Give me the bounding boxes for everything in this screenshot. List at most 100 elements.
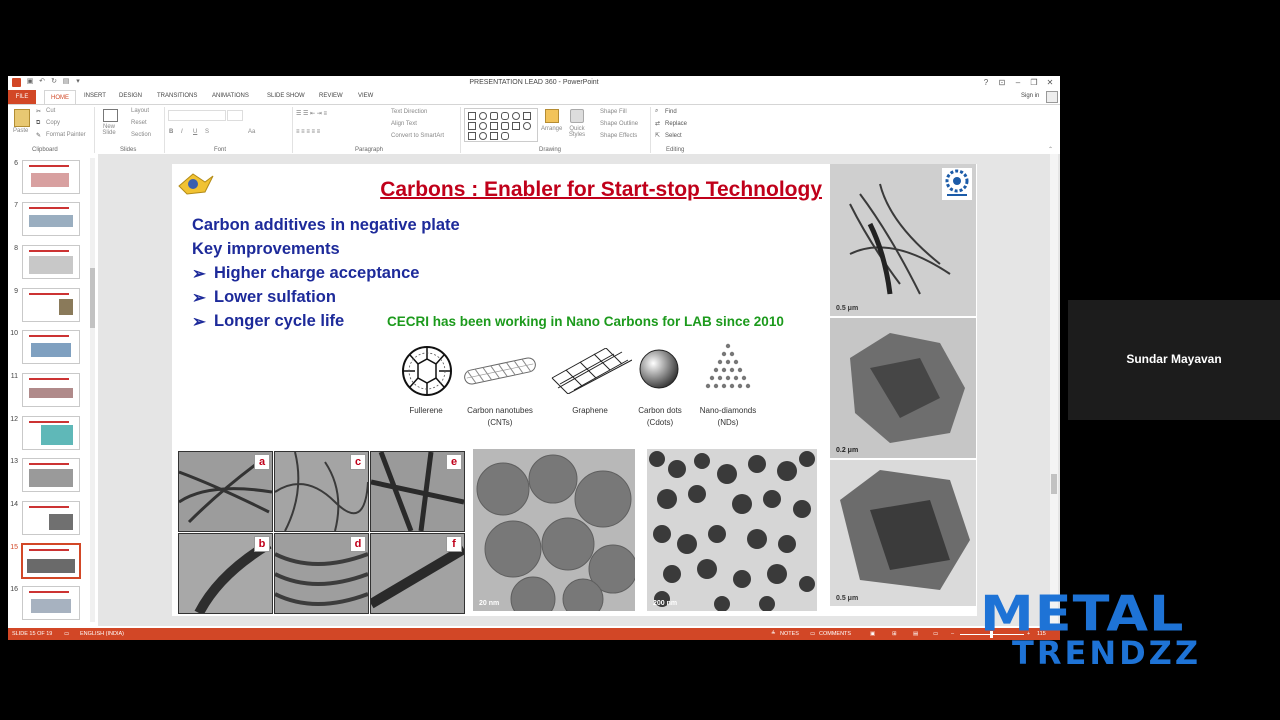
font-name-box[interactable] — [168, 110, 226, 121]
zoom-out-icon[interactable]: – — [951, 631, 954, 637]
tab-insert[interactable]: INSERT — [84, 93, 106, 99]
help-icon[interactable]: ? — [980, 78, 992, 87]
tab-review[interactable]: REVIEW — [319, 93, 343, 99]
align-text-button[interactable]: Align Text — [391, 121, 417, 127]
arrange-icon[interactable] — [545, 109, 559, 123]
format-painter-button[interactable]: Format Painter — [46, 132, 86, 138]
canvas-scroll-thumb[interactable] — [1051, 474, 1057, 494]
shape-fill-button[interactable]: Shape Fill — [600, 109, 627, 115]
arrange-button[interactable]: Arrange — [541, 126, 562, 132]
select-icon: ⇱ — [655, 133, 661, 139]
micrograph-letter: b — [254, 536, 270, 552]
find-icon: ⌕ — [655, 108, 659, 114]
reset-button[interactable]: Reset — [131, 120, 147, 126]
slide-thumbnail[interactable] — [22, 416, 80, 450]
new-slide-button[interactable]: New Slide — [98, 124, 120, 136]
slide[interactable]: Carbons : Enabler for Start-stop Technol… — [172, 164, 977, 616]
underline-button[interactable]: U — [193, 129, 197, 135]
sign-in-link[interactable]: Sign in — [1021, 93, 1039, 99]
rectangle-shape-icon[interactable] — [468, 112, 476, 120]
slide-thumbnail[interactable] — [22, 501, 80, 535]
tab-slide-show[interactable]: SLIDE SHOW — [267, 93, 305, 99]
restore-button[interactable]: ❐ — [1028, 78, 1040, 87]
paste-icon[interactable] — [14, 109, 30, 127]
language-indicator[interactable]: ENGLISH (INDIA) — [80, 631, 124, 637]
quick-styles-icon[interactable] — [570, 109, 584, 123]
paste-button[interactable]: Paste — [13, 128, 28, 134]
shape-effects-button[interactable]: Shape Effects — [600, 133, 637, 139]
carbon-label: Carbon nanotubes — [467, 406, 533, 415]
minimize-button[interactable]: – — [1012, 78, 1024, 87]
line-shape-icon[interactable] — [490, 122, 498, 130]
replace-button[interactable]: Replace — [665, 121, 687, 127]
shape-outline-button[interactable]: Shape Outline — [600, 121, 638, 127]
quick-styles-button[interactable]: Quick Styles — [566, 126, 588, 138]
copy-button[interactable]: Copy — [46, 120, 60, 126]
close-button[interactable]: ✕ — [1044, 78, 1056, 87]
slide-thumbnail[interactable] — [22, 160, 80, 194]
reading-view-icon[interactable]: ▤ — [913, 631, 918, 637]
shapes-gallery[interactable] — [464, 108, 538, 142]
video-participant-tile[interactable]: Sundar Mayavan — [1068, 300, 1280, 420]
hexagon-shape-icon[interactable] — [490, 132, 498, 140]
slide-sorter-icon[interactable]: ⊞ — [892, 631, 897, 637]
tem-image-carbon-dots: 20 nm — [473, 449, 635, 611]
spell-check-icon[interactable]: ▭ — [64, 631, 69, 637]
cloud-shape-icon[interactable] — [501, 132, 509, 140]
select-button[interactable]: Select — [665, 133, 682, 139]
normal-view-icon[interactable]: ▣ — [870, 631, 875, 637]
ribbon-separator — [292, 107, 293, 153]
find-button[interactable]: Find — [665, 109, 677, 115]
tab-home[interactable]: HOME — [44, 90, 76, 104]
bullets-icon[interactable]: ☰ ☰ ⇤ ⇥ ≡ — [296, 110, 327, 117]
slide-thumbnail[interactable] — [22, 288, 80, 322]
arrow-shape-icon[interactable] — [468, 122, 476, 130]
slide-thumbnail[interactable] — [22, 458, 80, 492]
user-avatar[interactable] — [1046, 91, 1058, 103]
bracket-shape-icon[interactable] — [468, 132, 476, 140]
tab-transitions[interactable]: TRANSITIONS — [157, 93, 197, 99]
tab-design[interactable]: DESIGN — [119, 93, 142, 99]
slide-thumbnail[interactable] — [22, 245, 80, 279]
layout-button[interactable]: Layout — [131, 108, 149, 114]
panel-scrollbar[interactable] — [90, 158, 95, 622]
notes-button[interactable]: NOTES — [780, 631, 799, 637]
triangle-shape-icon[interactable] — [490, 112, 498, 120]
rounded-shape-icon[interactable] — [501, 112, 509, 120]
slide-thumbnail[interactable] — [22, 202, 80, 236]
micrograph-letter: a — [254, 454, 270, 470]
convert-smartart-button[interactable]: Convert to SmartArt — [391, 133, 444, 139]
section-button[interactable]: Section — [131, 132, 151, 138]
collapse-ribbon-icon[interactable]: ⌃ — [1048, 146, 1053, 153]
brace-shape-icon[interactable] — [479, 122, 487, 130]
italic-button[interactable]: I — [181, 129, 183, 135]
strikethrough-button[interactable]: S — [205, 129, 209, 135]
bold-button[interactable]: B — [169, 129, 173, 135]
panel-scroll-thumb[interactable] — [90, 268, 95, 328]
font-size-box[interactable] — [227, 110, 243, 121]
ribbon-display-options-icon[interactable]: ⊡ — [996, 78, 1008, 87]
arc-shape-icon[interactable] — [479, 132, 487, 140]
comments-button[interactable]: COMMENTS — [819, 631, 851, 637]
slide-thumbnail[interactable] — [22, 586, 80, 620]
slide-thumbnail[interactable] — [22, 373, 80, 407]
callout-shape-icon[interactable] — [512, 122, 520, 130]
curve-shape-icon[interactable] — [523, 122, 531, 130]
ribbon-separator — [164, 107, 165, 153]
oval-shape-icon[interactable] — [479, 112, 487, 120]
oval-shape-icon[interactable] — [512, 112, 520, 120]
new-slide-icon[interactable] — [103, 109, 118, 122]
tab-animations[interactable]: ANIMATIONS — [212, 93, 249, 99]
slide-thumbnail-selected[interactable] — [21, 543, 81, 579]
tab-view[interactable]: VIEW — [358, 93, 373, 99]
align-icons[interactable]: ≡ ≡ ≡ ≡ ≡ — [296, 129, 320, 135]
change-case-button[interactable]: Aa — [248, 129, 255, 135]
slide-thumbnail[interactable] — [22, 330, 80, 364]
slide-show-icon[interactable]: ▭ — [933, 631, 938, 637]
rectangle-shape-icon[interactable] — [523, 112, 531, 120]
star-shape-icon[interactable] — [501, 122, 509, 130]
tab-file[interactable]: FILE — [8, 90, 36, 104]
canvas-scrollbar[interactable] — [1050, 154, 1058, 626]
cut-button[interactable]: Cut — [46, 108, 55, 114]
text-direction-button[interactable]: Text Direction — [391, 109, 427, 115]
